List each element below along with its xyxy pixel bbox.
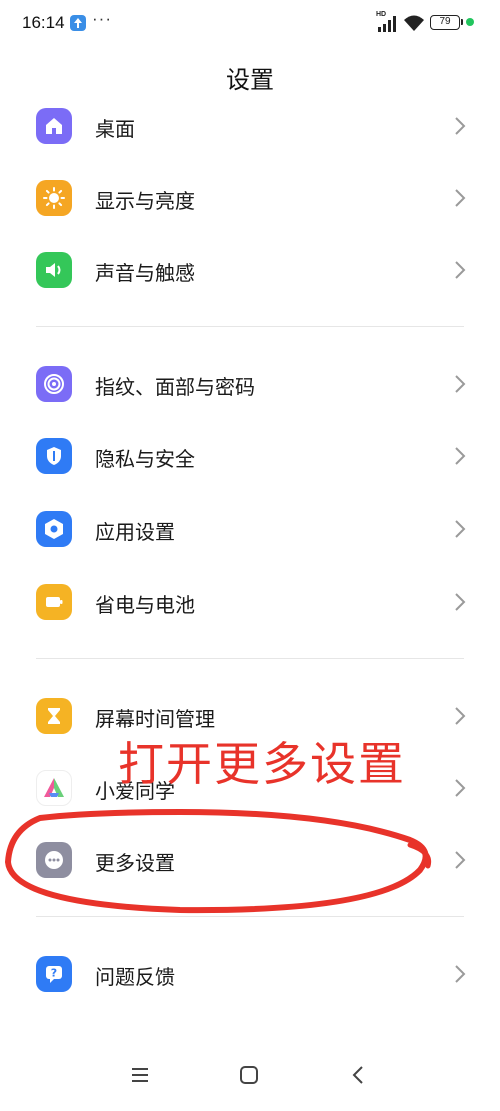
signal-icon: HD: [376, 11, 398, 33]
menu-item-display[interactable]: 显示与亮度: [0, 166, 500, 230]
menu-item-label: 桌面: [95, 117, 135, 141]
privacy-shield-icon: [36, 438, 72, 474]
speaker-icon: [36, 252, 72, 288]
chevron-right-icon: [455, 447, 466, 465]
chevron-right-icon: [455, 520, 466, 538]
hd-label: HD: [376, 11, 387, 18]
chevron-right-icon: [455, 779, 466, 797]
menu-item-label: 指纹、面部与密码: [95, 375, 255, 399]
svg-text:?: ?: [51, 967, 57, 980]
menu-item-fingerprint[interactable]: 指纹、面部与密码: [0, 352, 500, 416]
charging-dot-icon: [466, 18, 474, 26]
menu-item-sound[interactable]: 声音与触感: [0, 238, 500, 302]
chevron-right-icon: [455, 261, 466, 279]
menu-item-label: 应用设置: [95, 520, 175, 544]
navigation-bar: [0, 1055, 500, 1111]
status-time: 16:14: [22, 13, 65, 32]
chevron-right-icon: [455, 965, 466, 983]
battery-level: 79: [439, 16, 451, 27]
chevron-right-icon: [455, 117, 466, 135]
fingerprint-icon: [36, 366, 72, 402]
menu-item-desktop[interactable]: 桌面: [0, 94, 500, 158]
home-icon: [36, 108, 72, 144]
battery-icon: [36, 584, 72, 620]
chevron-right-icon: [455, 593, 466, 611]
annotation-circle: [4, 808, 432, 914]
page-title: 设置: [226, 66, 274, 94]
chevron-right-icon: [455, 707, 466, 725]
upload-notification-icon: [70, 15, 86, 31]
hexagon-settings-icon: [36, 511, 72, 547]
section-divider: [36, 326, 464, 327]
menu-icon[interactable]: [130, 1065, 150, 1089]
status-bar: 16:14 ··· HD 79: [0, 0, 500, 48]
section-divider: [36, 658, 464, 659]
hourglass-icon: [36, 698, 72, 734]
menu-item-label: 显示与亮度: [95, 189, 195, 213]
menu-item-label: 省电与电池: [95, 593, 195, 617]
home-square-icon[interactable]: [239, 1065, 259, 1089]
menu-item-label: 问题反馈: [95, 965, 175, 989]
wifi-icon: [403, 14, 425, 37]
back-icon[interactable]: [350, 1065, 366, 1089]
menu-item-battery[interactable]: 省电与电池: [0, 570, 500, 634]
menu-item-label: 隐私与安全: [95, 447, 195, 471]
sun-icon: [36, 180, 72, 216]
menu-item-app-settings[interactable]: 应用设置: [0, 497, 500, 561]
menu-item-feedback[interactable]: ? 问题反馈: [0, 942, 500, 1006]
annotation-text: 打开更多设置: [118, 737, 406, 791]
more-notifications-icon: ···: [92, 9, 112, 28]
feedback-icon: ?: [36, 956, 72, 992]
menu-item-label: 声音与触感: [95, 261, 195, 285]
chevron-right-icon: [455, 189, 466, 207]
battery-indicator: 79: [430, 15, 463, 30]
menu-item-privacy[interactable]: 隐私与安全: [0, 424, 500, 488]
chevron-right-icon: [455, 375, 466, 393]
